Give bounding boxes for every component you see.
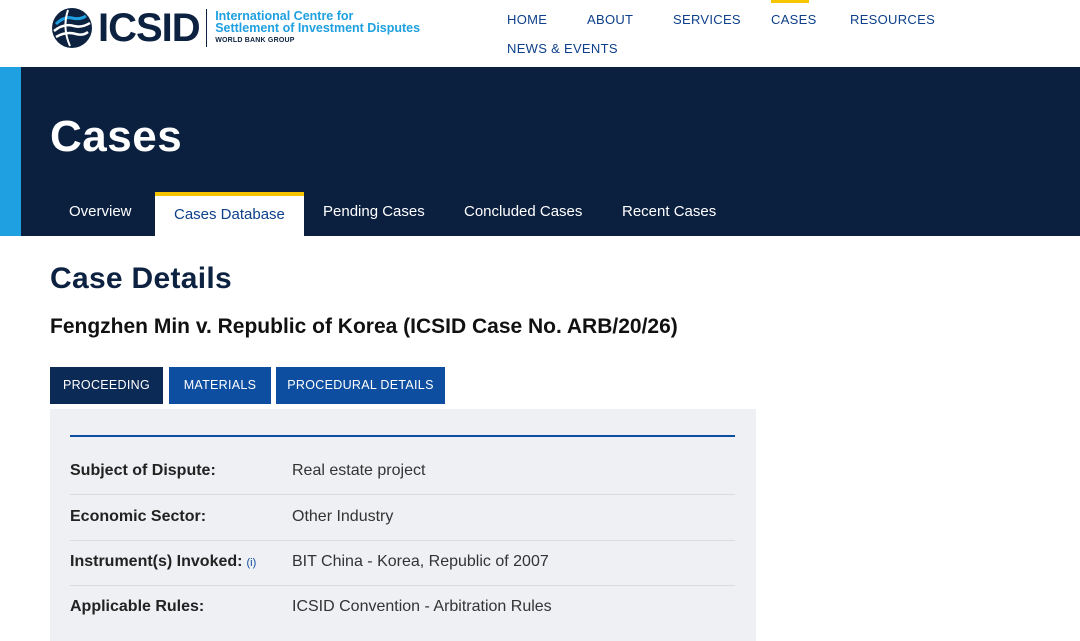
detail-label-sector: Economic Sector: [70, 508, 207, 525]
subtab-procedural-details[interactable]: PROCEDURAL DETAILS [276, 367, 445, 404]
tab-recent-cases[interactable]: Recent Cases [622, 192, 716, 236]
detail-row: Subject of Dispute: Real estate project [70, 450, 735, 495]
icsid-logo[interactable]: ICSID International Centre for Settlemen… [50, 6, 420, 50]
logo-divider [205, 9, 208, 47]
active-nav-indicator [771, 0, 809, 3]
detail-label-subject: Subject of Dispute: [70, 462, 216, 479]
detail-label-instrument: Instrument(s) Invoked: (i) [70, 553, 257, 570]
page-title: Cases [50, 112, 183, 161]
logo-tagline: International Centre for Settlement of I… [215, 8, 421, 44]
case-title: Fengzhen Min v. Republic of Korea (ICSID… [50, 315, 678, 338]
subtab-materials[interactable]: MATERIALS [169, 367, 271, 404]
detail-row: Instrument(s) Invoked: (i) BIT China - Ko… [70, 541, 735, 586]
nav-home[interactable]: HOME [507, 12, 547, 27]
detail-value-rules: ICSID Convention - Arbitration Rules [292, 598, 552, 615]
detail-row: Economic Sector: Other Industry [70, 496, 735, 541]
hero-accent-bar [0, 67, 21, 236]
logo-wordmark: ICSID [98, 6, 201, 50]
tab-pending-cases[interactable]: Pending Cases [323, 192, 425, 236]
tab-cases-database[interactable]: Cases Database [155, 192, 304, 236]
tab-overview[interactable]: Overview [69, 192, 132, 236]
detail-value-sector: Other Industry [292, 508, 394, 525]
detail-value-instrument: BIT China - Korea, Republic of 2007 [292, 553, 549, 570]
panel-divider [70, 435, 735, 437]
nav-resources[interactable]: RESOURCES [850, 12, 935, 27]
info-icon[interactable]: (i) [246, 557, 256, 569]
globe-icon [52, 8, 92, 48]
site-header: ICSID International Centre for Settlemen… [0, 0, 1080, 67]
detail-value-subject: Real estate project [292, 462, 426, 479]
case-details-panel: Subject of Dispute: Real estate project … [50, 409, 756, 641]
tab-concluded-cases[interactable]: Concluded Cases [464, 192, 582, 236]
detail-label-rules: Applicable Rules: [70, 598, 205, 615]
subtab-proceeding[interactable]: PROCEEDING [50, 367, 163, 404]
nav-cases[interactable]: CASES [771, 12, 817, 27]
case-details-heading: Case Details [50, 262, 233, 295]
nav-news-events[interactable]: NEWS & EVENTS [507, 41, 618, 56]
nav-services[interactable]: SERVICES [673, 12, 741, 27]
detail-row: Applicable Rules: ICSID Convention - Arb… [70, 586, 735, 631]
nav-about[interactable]: ABOUT [587, 12, 633, 27]
